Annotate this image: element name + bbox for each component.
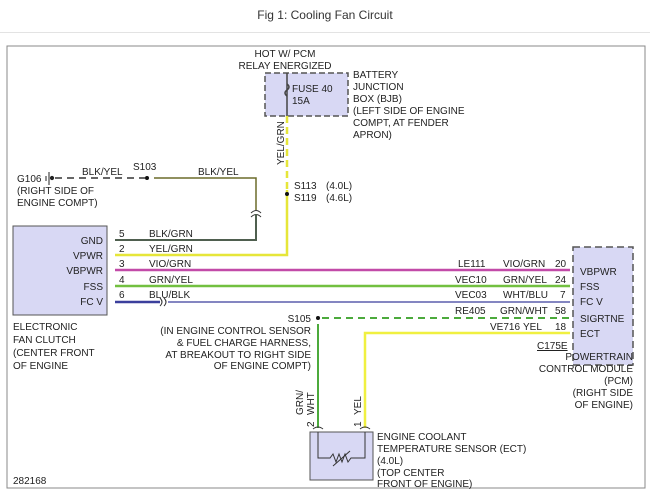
ground-note: ENGINE COMPT) — [17, 198, 98, 209]
wire-label-blk-yel: BLK/YEL — [82, 167, 123, 178]
wire-color: WHT — [306, 392, 317, 415]
pin-number: 18 — [555, 322, 567, 333]
pin-label: SIGRTNE — [580, 314, 625, 325]
pin-label: FSS — [84, 282, 104, 293]
ground-icon — [45, 172, 55, 185]
wire-color: VIO/GRN — [149, 259, 191, 270]
pin-number: 20 — [555, 259, 567, 270]
splice-s105: S105 — [288, 314, 312, 325]
bjb-label: BOX (BJB) — [353, 94, 402, 105]
fan-clutch-label: OF ENGINE — [13, 361, 68, 372]
splice-note: OF ENGINE COMPT) — [214, 361, 311, 372]
pcm-label: CONTROL MODULE — [539, 364, 633, 375]
splice-s105-dot — [316, 316, 320, 320]
electronic-fan-clutch: GND VPWR VBPWR FSS FC V ELECTRONIC FAN C… — [12, 225, 108, 372]
splice-s113: S113 — [294, 181, 317, 192]
wire-color: YEL/GRN — [149, 244, 193, 255]
pin-label: FSS — [580, 282, 600, 293]
ground-id: G106 — [17, 174, 42, 185]
pcm-label: OF ENGINE) — [575, 400, 633, 411]
pin-label: FC V — [580, 297, 603, 308]
circuit-id: VEC03 — [455, 290, 487, 301]
pin-number: 5 — [119, 229, 125, 240]
engine-coolant-temperature-sensor: ENGINE COOLANT TEMPERATURE SENSOR (ECT) … — [309, 426, 526, 490]
fuse-rating: 15A — [292, 96, 310, 107]
fan-clutch-label: (CENTER FRONT — [13, 348, 95, 359]
wire-color: YEL — [353, 396, 364, 415]
wire-color: GRN/ — [295, 390, 306, 415]
wire-color: WHT/BLU — [503, 290, 548, 301]
splice-s103: S103 — [133, 162, 157, 173]
circuit-id: LE111 — [458, 259, 486, 270]
ect-label: FRONT OF ENGINE) — [377, 479, 472, 490]
bjb-label: BATTERY — [353, 70, 399, 81]
ground-note: (RIGHT SIDE OF — [17, 186, 94, 197]
pin-label: VPWR — [73, 251, 103, 262]
bjb-label: JUNCTION — [353, 82, 404, 93]
wire-color: BLK/GRN — [149, 229, 193, 240]
fan-clutch-label: ELECTRONIC — [13, 322, 77, 333]
ect-label: (4.0L) — [377, 456, 403, 467]
fan-clutch-label: FAN CLUTCH — [13, 335, 76, 346]
pin-label: GND — [81, 236, 103, 247]
splice-note: & FUEL CHARGE HARNESS, — [177, 338, 311, 349]
bjb-label: (LEFT SIDE OF ENGINE — [353, 106, 465, 117]
pin-number: 4 — [119, 275, 125, 286]
splice-note: (IN ENGINE CONTROL SENSOR — [160, 326, 311, 337]
pin-label: VBPWR — [66, 266, 103, 277]
splice-s119: S119 — [294, 193, 317, 204]
pin-number: 7 — [560, 290, 566, 301]
powertrain-control-module: VBPWR FSS FC V SIGRTNE ECT C175E POWERTR… — [537, 246, 634, 411]
circuit-id: VE716 — [490, 322, 520, 333]
pin-number: 2 — [306, 421, 317, 427]
ect-label: TEMPERATURE SENSOR (ECT) — [377, 444, 526, 455]
wire-label-blk-yel: BLK/YEL — [198, 167, 239, 178]
wire-label-yel-grn: YEL/GRN — [276, 121, 287, 165]
pcm-label: POWERTRAIN — [565, 352, 633, 363]
splice-note: AT BREAKOUT TO RIGHT SIDE — [165, 350, 311, 361]
circuit-id: RE405 — [455, 306, 486, 317]
ect-label: (TOP CENTER — [377, 468, 444, 479]
wire-color: VIO/GRN — [503, 259, 545, 270]
pcm-label: (RIGHT SIDE — [573, 388, 634, 399]
pin-label: ECT — [580, 329, 600, 340]
pcm-label: (PCM) — [604, 376, 633, 387]
hot-note: HOT W/ PCM — [255, 49, 316, 60]
hot-note: RELAY ENERGIZED — [239, 61, 332, 72]
connector-id: C175E — [537, 341, 568, 352]
pin-number: 3 — [119, 259, 125, 270]
wire-color: GRN/WHT — [500, 306, 548, 317]
fuse-label: FUSE 40 — [292, 84, 333, 95]
wire-yel-grn — [115, 190, 289, 257]
splice-s119-engine: (4.6L) — [326, 193, 352, 204]
pin-number: 58 — [555, 306, 567, 317]
wire-color: GRN/YEL — [503, 275, 547, 286]
splice-s113-dot — [285, 192, 289, 196]
pin-label: FC V — [80, 297, 103, 308]
figure-id: 282168 — [13, 476, 47, 487]
battery-junction-box: HOT W/ PCM RELAY ENERGIZED FUSE 40 15A B… — [239, 49, 465, 141]
pin-number: 6 — [119, 290, 125, 301]
wire-color: YEL — [523, 322, 542, 333]
wire-color: BLU/BLK — [149, 290, 190, 301]
pin-number: 24 — [555, 275, 567, 286]
pin-number: 1 — [353, 421, 364, 427]
circuit-id: VEC10 — [455, 275, 487, 286]
pin-number: 2 — [119, 244, 125, 255]
wire-color: GRN/YEL — [149, 275, 193, 286]
splice-s113-engine: (4.0L) — [326, 181, 352, 192]
ect-label: ENGINE COOLANT — [377, 432, 466, 443]
bjb-label: APRON) — [353, 130, 392, 141]
splice-s103-dot — [145, 176, 149, 180]
pin-label: VBPWR — [580, 267, 617, 278]
wiring-diagram: HOT W/ PCM RELAY ENERGIZED FUSE 40 15A B… — [6, 45, 646, 490]
bjb-label: COMPT, AT FENDER — [353, 118, 449, 129]
